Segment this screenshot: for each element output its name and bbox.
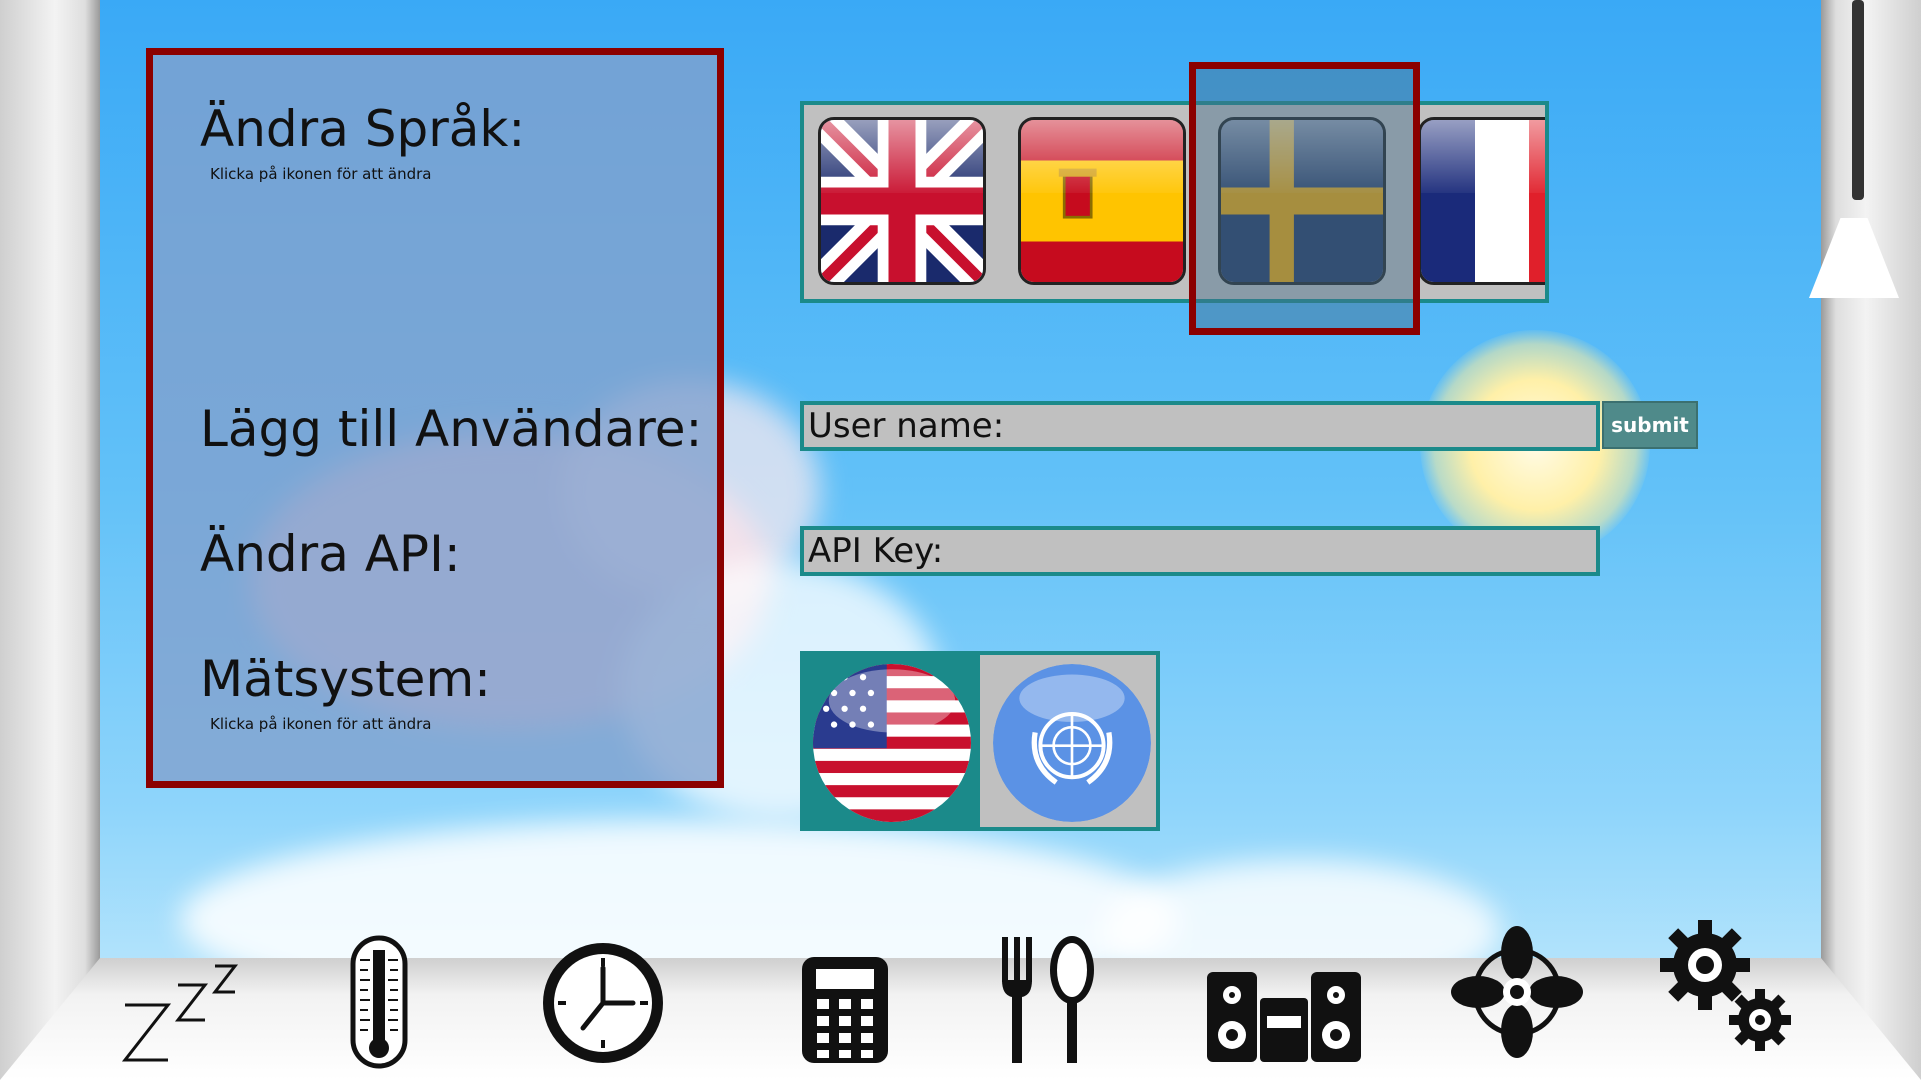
thermometer-icon[interactable] xyxy=(348,935,410,1074)
api-heading: Ändra API: xyxy=(200,525,461,583)
api-key-field[interactable]: API Key: xyxy=(800,526,1600,576)
sleep-icon[interactable] xyxy=(120,960,250,1074)
calculator-icon[interactable] xyxy=(800,955,890,1069)
floor xyxy=(0,958,1921,1080)
clock-icon[interactable] xyxy=(538,938,668,1072)
units-hint: Klicka på ikonen för att ändra xyxy=(210,715,432,733)
lamp-cord xyxy=(1852,0,1864,200)
france-flag-icon[interactable] xyxy=(1418,117,1545,285)
settings-icon[interactable] xyxy=(1660,920,1795,1059)
unit-system-selector xyxy=(800,651,1160,831)
language-heading: Ändra Språk: xyxy=(200,100,526,158)
usa-flag-icon[interactable] xyxy=(813,664,971,822)
right-wall xyxy=(1821,0,1921,1080)
language-hint: Klicka på ikonen för att ändra xyxy=(210,165,432,183)
username-label: User name: xyxy=(808,406,1005,446)
units-heading: Mätsystem: xyxy=(200,650,491,708)
api-key-label: API Key: xyxy=(808,531,944,571)
food-icon[interactable] xyxy=(1000,935,1100,1069)
submit-button[interactable]: submit xyxy=(1602,401,1698,449)
stereo-icon[interactable] xyxy=(1205,970,1363,1069)
fan-icon[interactable] xyxy=(1450,925,1585,1064)
left-wall xyxy=(0,0,100,1080)
add-user-heading: Lägg till Användare: xyxy=(200,400,703,458)
username-field[interactable]: User name: xyxy=(800,401,1600,451)
language-selector xyxy=(800,101,1549,303)
uk-flag-icon[interactable] xyxy=(818,117,986,285)
language-selection-highlight xyxy=(1189,62,1420,335)
spain-flag-icon[interactable] xyxy=(1018,117,1186,285)
un-emblem-icon[interactable] xyxy=(993,664,1151,822)
